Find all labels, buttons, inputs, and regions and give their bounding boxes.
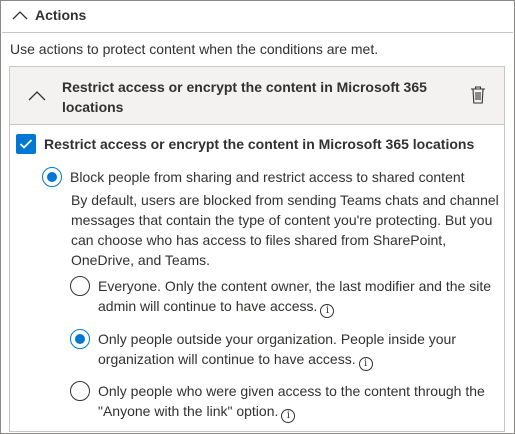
everyone-radio[interactable] (70, 276, 90, 296)
section-title: Actions (35, 7, 87, 23)
outside-org-option[interactable]: Only people outside your organization. P… (70, 329, 498, 371)
outside-org-radio[interactable] (70, 329, 90, 349)
everyone-option-text: Everyone. Only the content owner, the la… (98, 276, 498, 318)
chevron-up-icon[interactable] (28, 89, 46, 105)
rule-title: Restrict access or encrypt the content i… (62, 79, 427, 115)
anyone-link-option[interactable]: Only people who were given access to the… (70, 381, 498, 423)
block-sharing-option[interactable]: Block people from sharing and restrict a… (42, 167, 465, 187)
rule-card: Restrict access or encrypt the content i… (9, 66, 505, 432)
anyone-link-option-text: Only people who were given access to the… (98, 381, 498, 423)
info-icon[interactable]: i (281, 409, 296, 423)
divider (2, 32, 513, 33)
outside-org-label: Only people outside your organization. P… (98, 331, 457, 367)
chevron-up-icon[interactable] (11, 8, 29, 22)
outside-org-option-text: Only people outside your organization. P… (98, 329, 498, 371)
everyone-label: Everyone. Only the content owner, the la… (98, 278, 491, 314)
section-description: Use actions to protect content when the … (10, 41, 379, 57)
rule-header[interactable]: Restrict access or encrypt the content i… (10, 67, 504, 125)
info-icon[interactable]: i (320, 304, 335, 318)
checkbox-label: Restrict access or encrypt the content i… (44, 136, 475, 152)
block-sharing-description: By default, users are blocked from sendi… (71, 192, 499, 268)
trash-icon[interactable] (470, 85, 486, 105)
everyone-option[interactable]: Everyone. Only the content owner, the la… (70, 276, 498, 318)
anyone-link-radio[interactable] (70, 381, 90, 401)
info-icon[interactable]: i (358, 357, 373, 371)
block-sharing-radio[interactable] (42, 167, 62, 187)
restrict-access-checkbox-row[interactable]: Restrict access or encrypt the content i… (16, 134, 474, 154)
checkmark-icon (19, 139, 33, 149)
actions-header[interactable]: Actions (11, 7, 86, 23)
actions-panel: Actions Use actions to protect content w… (0, 0, 515, 434)
restrict-access-checkbox[interactable] (16, 134, 36, 154)
block-sharing-label: Block people from sharing and restrict a… (70, 169, 465, 185)
